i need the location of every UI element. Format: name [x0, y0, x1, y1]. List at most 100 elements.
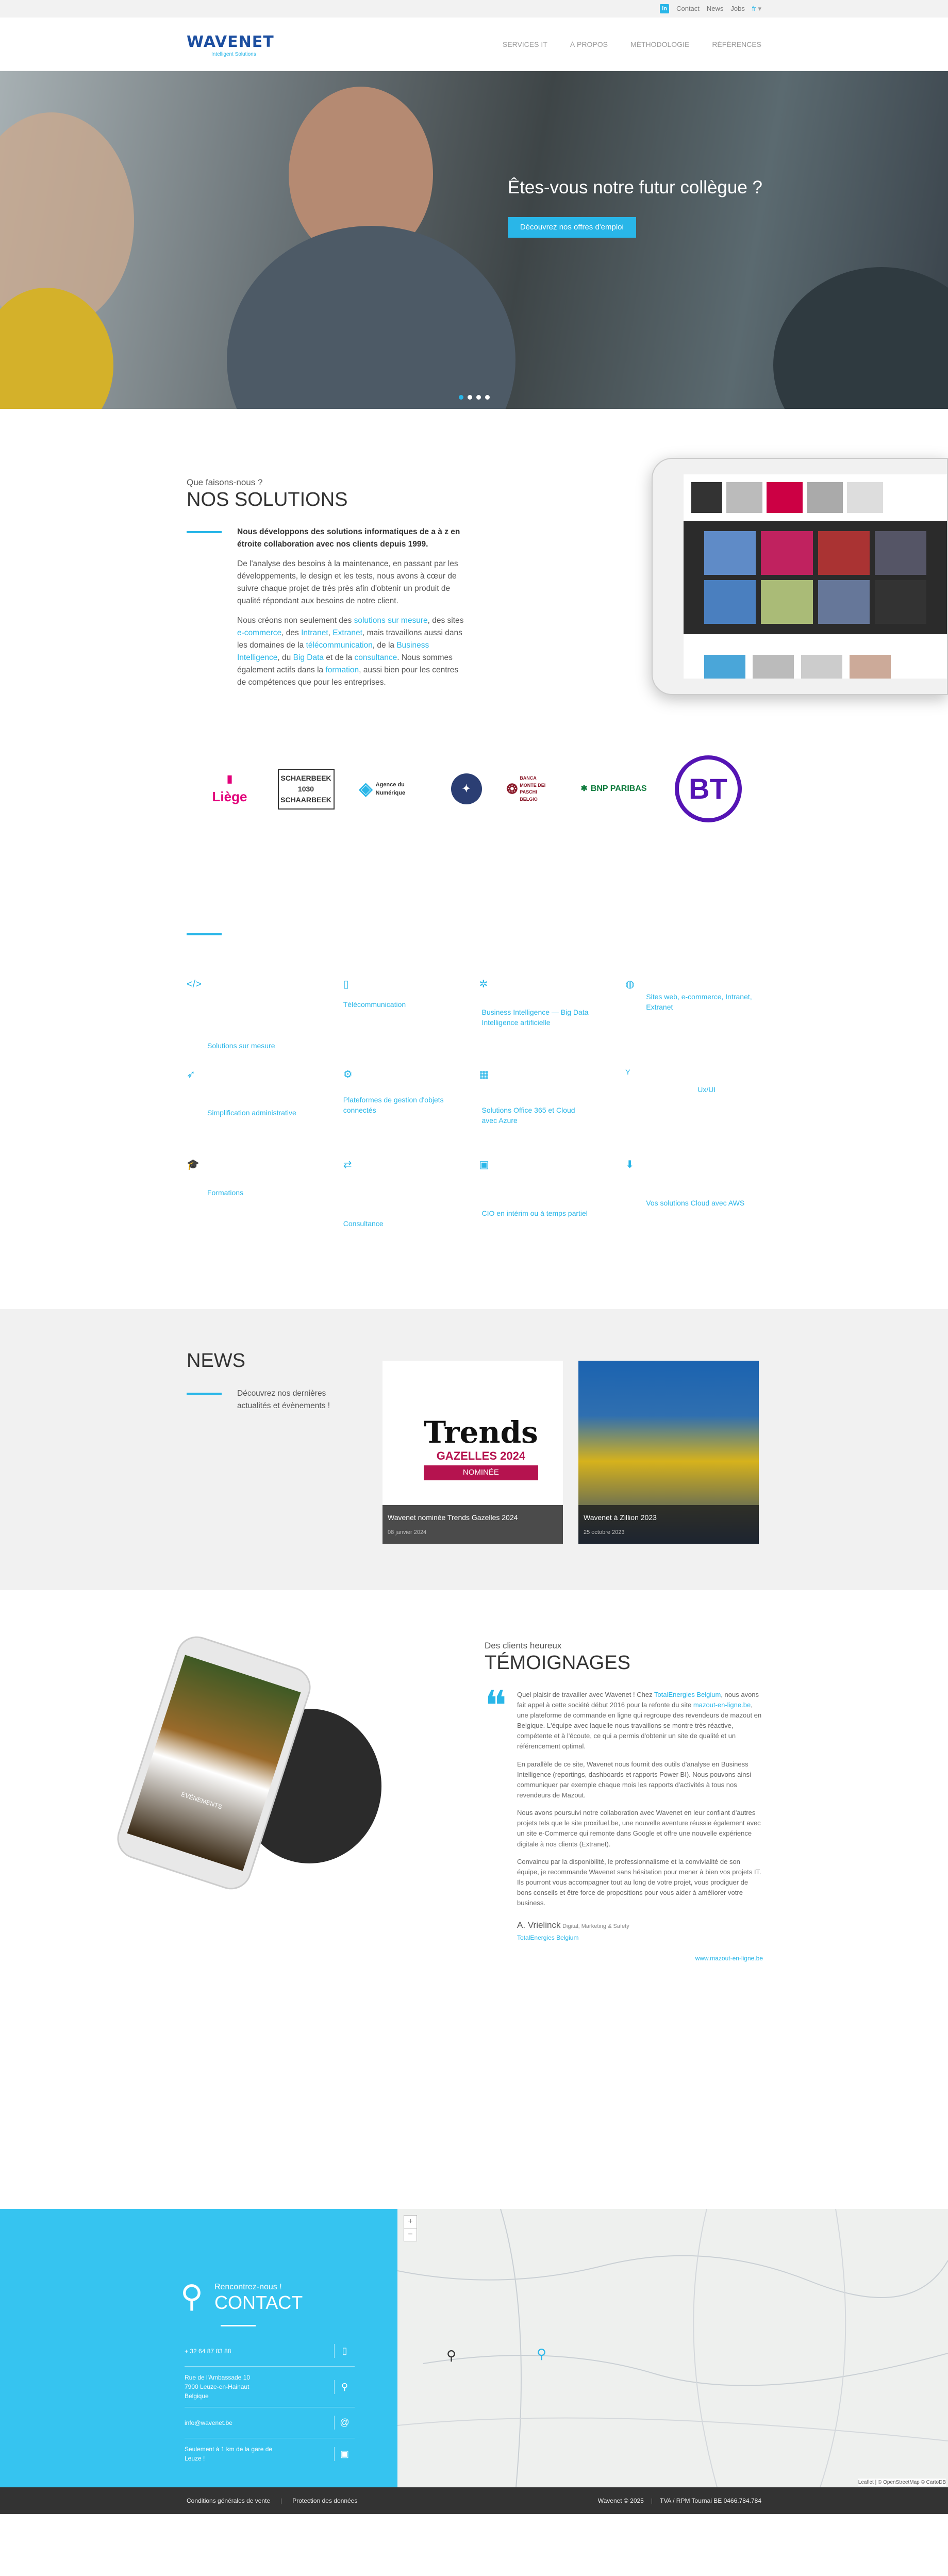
link-ecommerce[interactable]: e-commerce	[237, 629, 281, 637]
service-item[interactable]: Y Ux/UI	[625, 1067, 761, 1157]
link-totalenergies[interactable]: TotalEnergies Belgium	[654, 1691, 721, 1698]
train-icon: ▣	[334, 2447, 355, 2461]
news-card-caption: Wavenet à Zillion 2023 25 octobre 2023	[578, 1505, 759, 1544]
footer-link-privacy[interactable]: Protection des données	[292, 2496, 357, 2505]
contact-phone[interactable]: + 32 64 87 83 88	[185, 2347, 231, 2356]
map-zoom-out-button[interactable]: −	[404, 2228, 417, 2241]
link-extranet[interactable]: Extranet	[332, 629, 362, 637]
client-logo-bnp: ✱ BNP PARIBAS	[580, 784, 647, 794]
ipad-mockup	[652, 458, 948, 695]
client-logos: ▮ Liège SCHAERBEEK 1030 SCHAARBEEK ◈ Agenc…	[0, 742, 948, 835]
quote-icon: ❝	[485, 1681, 507, 1730]
contact-email[interactable]: info@wavenet.be	[185, 2418, 232, 2428]
service-label: Télécommunication	[343, 1000, 406, 1009]
ipad-screen-mid	[684, 521, 947, 634]
slider-dot[interactable]	[467, 395, 472, 400]
testimonials-section: ÉVÉNEMENTS Des clients heureux TÉMOIGNAG…	[0, 1590, 948, 2209]
footer-divider: |	[280, 2497, 282, 2505]
trends-badge: Trends GAZELLES 2024 NOMINÉE	[424, 1417, 538, 1480]
code-icon: </>	[187, 979, 202, 990]
site-logo[interactable]: WAVENET Intelligent Solutions	[187, 30, 274, 58]
news-intro: Découvrez nos dernières actualités et év…	[237, 1389, 330, 1410]
link-formation[interactable]: formation	[325, 666, 359, 674]
section-accent-bar	[187, 531, 222, 534]
service-item[interactable]: ▦ Solutions Office 365 et Cloud avec Azur…	[479, 1067, 616, 1157]
service-item[interactable]: ▯ Télécommunication	[333, 977, 469, 1067]
brain-icon: ✲	[479, 979, 488, 990]
service-label: Simplification administrative	[207, 1109, 296, 1117]
slider-dot[interactable]	[476, 395, 481, 400]
map[interactable]: + − ⚲ ⚲ Leaflet | © OpenStreetMap © Cart…	[397, 2209, 948, 2488]
solutions-text: Nous développons des solutions informati…	[237, 526, 464, 696]
hero-overlay: Êtes-vous notre futur collègue ? Découvr…	[507, 174, 762, 238]
client-logo-bt: BT	[674, 755, 742, 823]
service-item[interactable]: 🎓 Formations	[187, 1157, 323, 1247]
hero-cta-button[interactable]: Découvrez nos offres d'emploi	[507, 217, 636, 238]
service-item[interactable]: ⇄ Consultance	[333, 1157, 469, 1247]
news-card-caption: Wavenet nominée Trends Gazelles 2024 08 …	[382, 1505, 563, 1544]
link-telecom[interactable]: télécommunication	[306, 641, 373, 650]
footer-link-cgv[interactable]: Conditions générales de vente	[187, 2496, 270, 2505]
phone-screen-text: ÉVÉNEMENTS	[180, 1791, 223, 1811]
nav-item-references[interactable]: RÉFÉRENCES	[712, 39, 761, 50]
footer-tva: TVA / RPM Tournai BE 0466.784.784	[659, 2497, 761, 2505]
nav-item-services[interactable]: SERVICES IT	[503, 39, 547, 50]
testimonial-site-link[interactable]: www.mazout-en-ligne.be	[695, 1955, 763, 1962]
hero-slider: Êtes-vous notre futur collègue ? Découvr…	[0, 71, 948, 409]
linkedin-icon[interactable]: in	[660, 4, 670, 13]
service-label: Solutions sur mesure	[207, 1042, 275, 1050]
map-canvas	[397, 2209, 948, 2488]
nav-item-about[interactable]: À PROPOS	[570, 39, 608, 50]
at-icon: @	[334, 2416, 355, 2430]
link-custom-solutions[interactable]: solutions sur mesure	[354, 616, 428, 625]
contact-section: ⚲ Rencontrez-nous ! CONTACT + 32 64 87 8…	[0, 2209, 948, 2488]
section-accent-bar	[187, 1393, 222, 1395]
chevron-down-icon: ▾	[758, 5, 761, 13]
briefcase-icon: ▣	[479, 1159, 489, 1171]
link-big-data[interactable]: Big Data	[293, 653, 324, 662]
news-card[interactable]: Wavenet à Zillion 2023 25 octobre 2023	[578, 1361, 759, 1544]
service-item[interactable]: ✲ Business Intelligence — Big Data Intell…	[479, 977, 616, 1067]
service-item[interactable]: ⬇ Vos solutions Cloud avec AWS	[625, 1157, 761, 1247]
ux-icon: Y	[625, 1068, 630, 1077]
hero-title: Êtes-vous notre futur collègue ?	[507, 177, 762, 197]
slider-dots	[458, 395, 490, 400]
slider-dot[interactable]	[458, 395, 463, 400]
link-mazout[interactable]: mazout-en-ligne.be	[693, 1701, 751, 1709]
service-item[interactable]: ◍ Sites web, e-commerce, Intranet, Extran…	[625, 977, 761, 1067]
topbar-link-news[interactable]: News	[707, 4, 724, 14]
service-item[interactable]: ➶ Simplification administrative	[187, 1067, 323, 1157]
mobile-icon: ▯	[343, 979, 349, 990]
trends-brand: Trends	[424, 1415, 538, 1450]
ipad-screen-bottom	[684, 634, 947, 679]
author-company[interactable]: TotalEnergies Belgium	[517, 1934, 578, 1941]
service-item[interactable]: ⚙ Plateformes de gestion d'objets connect…	[333, 1067, 469, 1157]
map-marker-icon[interactable]: ⚲	[537, 2344, 546, 2364]
language-label: fr	[752, 5, 756, 13]
solutions-section: Que faisons-nous ? NOS SOLUTIONS Nous dé…	[0, 409, 948, 742]
news-card-date: 25 octobre 2023	[584, 1529, 625, 1535]
contact-title: CONTACT	[214, 2292, 303, 2314]
contact-row-phone: + 32 64 87 83 88 ▯	[185, 2336, 355, 2367]
slider-dot[interactable]	[485, 395, 490, 400]
language-selector[interactable]: fr ▾	[752, 4, 761, 14]
author-role: Digital, Marketing & Safety	[562, 1923, 629, 1930]
service-item[interactable]: </> Solutions sur mesure	[187, 977, 323, 1067]
contact-panel: ⚲ Rencontrez-nous ! CONTACT + 32 64 87 8…	[0, 2209, 397, 2488]
client-logo-monte-paschi: ❂ BANCA MONTE DEI PASCHI BELGIO	[506, 775, 546, 802]
contact-details: + 32 64 87 83 88 ▯ Rue de l'Ambassade 10 …	[185, 2325, 355, 2469]
news-card[interactable]: Trends GAZELLES 2024 NOMINÉE Wavenet nom…	[382, 1361, 563, 1544]
topbar-link-jobs[interactable]: Jobs	[730, 4, 744, 14]
service-item[interactable]: ▣ CIO en intérim ou à temps partiel	[479, 1157, 616, 1247]
link-intranet[interactable]: Intranet	[301, 629, 328, 637]
map-marker-icon[interactable]: ⚲	[446, 2346, 456, 2366]
link-consultance[interactable]: consultance	[355, 653, 397, 662]
hero-photo-person-right	[773, 267, 948, 409]
contact-row-train: Seulement à 1 km de la gare de Leuze ! ▣	[185, 2438, 355, 2469]
services-section: </> Solutions sur mesure ▯ Télécommunicati…	[0, 835, 948, 1309]
map-zoom-in-button[interactable]: +	[404, 2216, 417, 2229]
location-pin-icon: ⚲	[180, 2279, 203, 2314]
nav-item-methodology[interactable]: MÉTHODOLOGIE	[630, 39, 689, 50]
testimonial-text: Quel plaisir de travailler avec Wavenet …	[517, 1690, 763, 1962]
topbar-link-contact[interactable]: Contact	[676, 4, 700, 14]
